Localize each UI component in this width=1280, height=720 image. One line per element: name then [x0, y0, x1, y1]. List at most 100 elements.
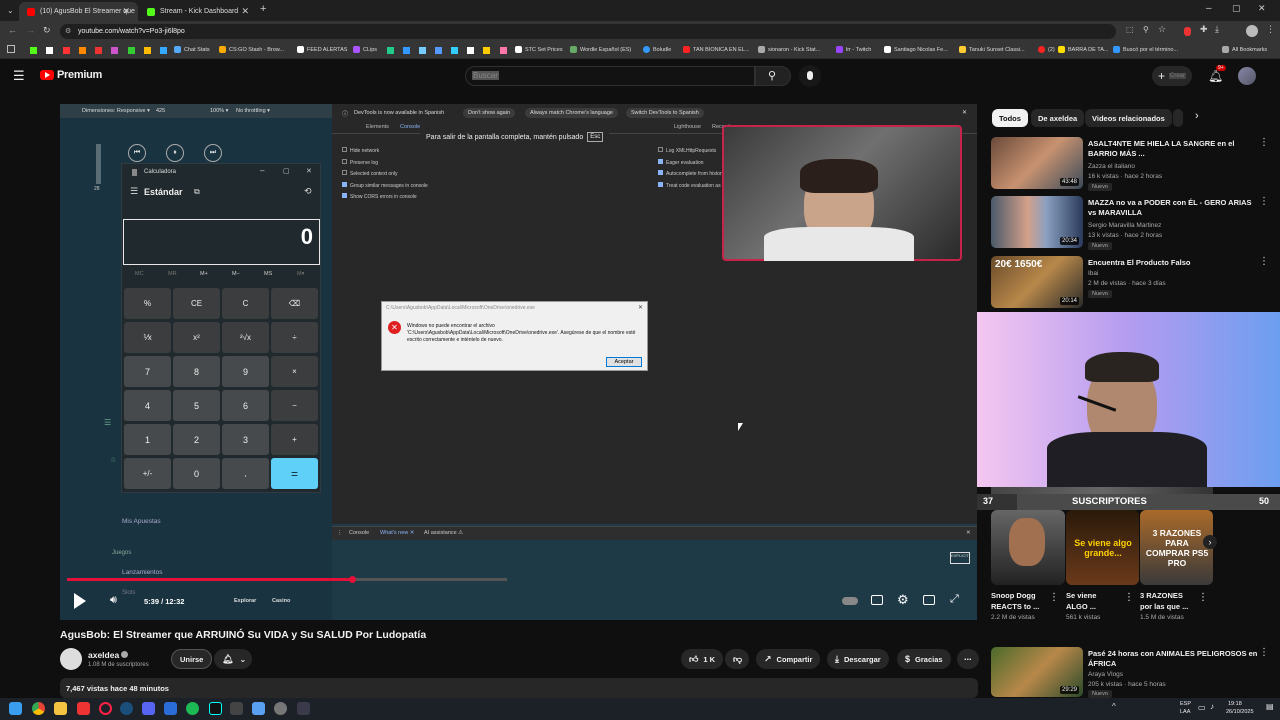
- related-video-4[interactable]: 29:29 Pasé 24 horas con ANIMALES PELIGRO…: [991, 647, 1271, 698]
- memory-mminus[interactable]: M−: [232, 271, 240, 277]
- calc-key-decimal[interactable]: ,: [222, 458, 269, 489]
- shorts-next-button[interactable]: ›: [1203, 535, 1217, 549]
- clock-time[interactable]: 19:18: [1228, 701, 1242, 707]
- opera-gx-icon[interactable]: [99, 702, 112, 715]
- youtube-logo[interactable]: Premium: [40, 69, 102, 81]
- calc-key-sqrt[interactable]: ²√x: [222, 322, 269, 353]
- site-info-icon[interactable]: ⚙: [65, 24, 71, 39]
- bookmark-icon-7[interactable]: [128, 47, 135, 54]
- related-video-2[interactable]: 20:34 MAZZA no va a PODER con ÉL - GERO …: [991, 196, 1271, 251]
- calc-key-divide[interactable]: ÷: [271, 322, 318, 353]
- related-thumbnail[interactable]: 20:34: [991, 196, 1083, 248]
- bookmark-all[interactable]: All Bookmarks: [1222, 46, 1267, 53]
- tab-youtube[interactable]: (10) AgusBob El Streamer que ✕: [19, 2, 138, 21]
- memory-ms[interactable]: MS: [264, 271, 272, 277]
- option-show-cors[interactable]: Show CORS errors in console: [342, 192, 492, 204]
- close-drawer-icon[interactable]: ✕: [966, 530, 971, 536]
- related-thumbnail[interactable]: 29:29: [991, 647, 1083, 697]
- calc-key-clear[interactable]: C: [222, 288, 269, 319]
- calc-key-one[interactable]: 1: [124, 424, 171, 455]
- network-icon[interactable]: ▭: [1198, 703, 1206, 712]
- casino-label[interactable]: Casino: [272, 598, 290, 604]
- settings-taskbar-icon[interactable]: [274, 702, 287, 715]
- tray-chevron-icon[interactable]: ^: [1112, 702, 1116, 711]
- install-icon[interactable]: ⬚: [1126, 25, 1134, 34]
- tiktok-icon[interactable]: [209, 702, 222, 715]
- bookmark-icon-8[interactable]: [144, 47, 151, 54]
- bookmark-icon-13[interactable]: [435, 47, 442, 54]
- subscribed-button[interactable]: 🔔︎ ⌄: [214, 649, 252, 669]
- close-banner-icon[interactable]: ✕: [962, 109, 967, 116]
- list-icon[interactable]: ☰: [104, 418, 111, 427]
- calc-key-three[interactable]: 3: [222, 424, 269, 455]
- downloads-icon[interactable]: ⤓: [1215, 24, 1219, 35]
- share-button[interactable]: ↗ Compartir: [756, 649, 821, 669]
- chip-videos-relacionados[interactable]: Videos relacionados: [1085, 109, 1172, 127]
- memory-mr[interactable]: MR: [168, 271, 177, 277]
- chevron-right-icon[interactable]: ›: [1195, 110, 1199, 122]
- throttle-dropdown[interactable]: No throttling ▾: [236, 108, 270, 114]
- hamburger-menu-icon[interactable]: ☰: [13, 68, 25, 84]
- account-avatar[interactable]: [1238, 67, 1256, 85]
- spotify-icon[interactable]: [186, 702, 199, 715]
- discord-icon[interactable]: [142, 702, 155, 715]
- close-window-icon[interactable]: ✕: [1258, 3, 1266, 14]
- casino-menu-juegos[interactable]: Juegos: [112, 550, 131, 556]
- tab-search-icon[interactable]: ⌄: [7, 6, 14, 15]
- bookmark-icon-11[interactable]: [403, 47, 410, 54]
- memory-mc[interactable]: MC: [135, 271, 144, 277]
- channel-name[interactable]: axeldea: [88, 650, 119, 660]
- calc-key-multiply[interactable]: ×: [271, 356, 318, 387]
- bookmark-wordle[interactable]: Wordle Español (ES): [570, 46, 631, 53]
- more-options-icon[interactable]: ⋮: [1124, 592, 1134, 603]
- bookmark-icon-14[interactable]: [451, 47, 458, 54]
- reload-icon[interactable]: ↻: [43, 25, 51, 36]
- search-input[interactable]: Buscar: [465, 66, 755, 86]
- calculator-taskbar-icon[interactable]: [230, 702, 243, 715]
- bookmark-busco[interactable]: Buscó por el término...: [1113, 46, 1178, 53]
- language-indicator-2[interactable]: LAA: [1180, 709, 1190, 715]
- zoom-dropdown[interactable]: 100% ▾: [210, 108, 228, 114]
- more-options-icon[interactable]: ⋮: [1198, 592, 1208, 603]
- extension-red-icon[interactable]: [1184, 27, 1191, 36]
- bookmark-tanuki[interactable]: Tanuki Sunset Classi...: [959, 46, 1025, 53]
- short-title[interactable]: 3 RAZONES por las que ...: [1140, 590, 1195, 612]
- previous-track-icon[interactable]: ⏮: [128, 144, 146, 162]
- drawer-tab-console[interactable]: Console: [349, 530, 369, 536]
- calc-key-minus[interactable]: −: [271, 390, 318, 421]
- option-selected-context[interactable]: Selected context only: [342, 169, 492, 181]
- calc-key-percent[interactable]: %: [124, 288, 171, 319]
- bookmark-stc[interactable]: STC Set Prices: [515, 46, 563, 53]
- option-hide-network[interactable]: Hide network: [342, 146, 492, 158]
- voice-search-button[interactable]: [799, 65, 821, 87]
- bookmark-2[interactable]: (2): [1038, 46, 1055, 53]
- calc-key-negate[interactable]: +/-: [124, 458, 171, 489]
- drawer-menu-icon[interactable]: ⋮: [337, 530, 343, 536]
- bookmark-icon-4[interactable]: [79, 47, 86, 54]
- bookmark-icon-12[interactable]: [419, 47, 426, 54]
- option-group-similar[interactable]: Group similar messages in console: [342, 181, 492, 193]
- close-icon[interactable]: ✕: [306, 167, 312, 175]
- app-red-icon[interactable]: [77, 702, 90, 715]
- search-button[interactable]: ⚲: [755, 66, 791, 86]
- tab-console[interactable]: Console: [400, 124, 420, 130]
- bookmark-feed[interactable]: FEED ALERTAS: [297, 46, 347, 53]
- calc-key-zero[interactable]: 0: [173, 458, 220, 489]
- fullscreen-icon[interactable]: ⤢: [950, 593, 959, 606]
- pause-icon[interactable]: ⏸: [166, 144, 184, 162]
- obs-icon[interactable]: [297, 702, 310, 715]
- bookmark-star-icon[interactable]: ☆: [1158, 24, 1166, 35]
- calc-key-equals[interactable]: =: [271, 458, 318, 489]
- bookmark-icon-15[interactable]: [467, 47, 474, 54]
- maximize-icon[interactable]: ▢: [1232, 3, 1241, 14]
- chip-todos[interactable]: Todos: [992, 109, 1028, 127]
- more-options-icon[interactable]: ⋮: [1259, 196, 1269, 207]
- close-tab-icon[interactable]: ✕: [241, 6, 249, 17]
- autoplay-toggle[interactable]: [842, 597, 858, 605]
- back-icon[interactable]: ←: [8, 25, 17, 35]
- chrome-icon[interactable]: [32, 702, 45, 715]
- short-1[interactable]: [991, 510, 1065, 585]
- bookmark-santiago[interactable]: Santiago Nicolas Fe...: [884, 46, 948, 53]
- notifications-button[interactable]: 🔔︎ 9+: [1208, 65, 1226, 85]
- error-ok-button[interactable]: Aceptar: [606, 357, 642, 367]
